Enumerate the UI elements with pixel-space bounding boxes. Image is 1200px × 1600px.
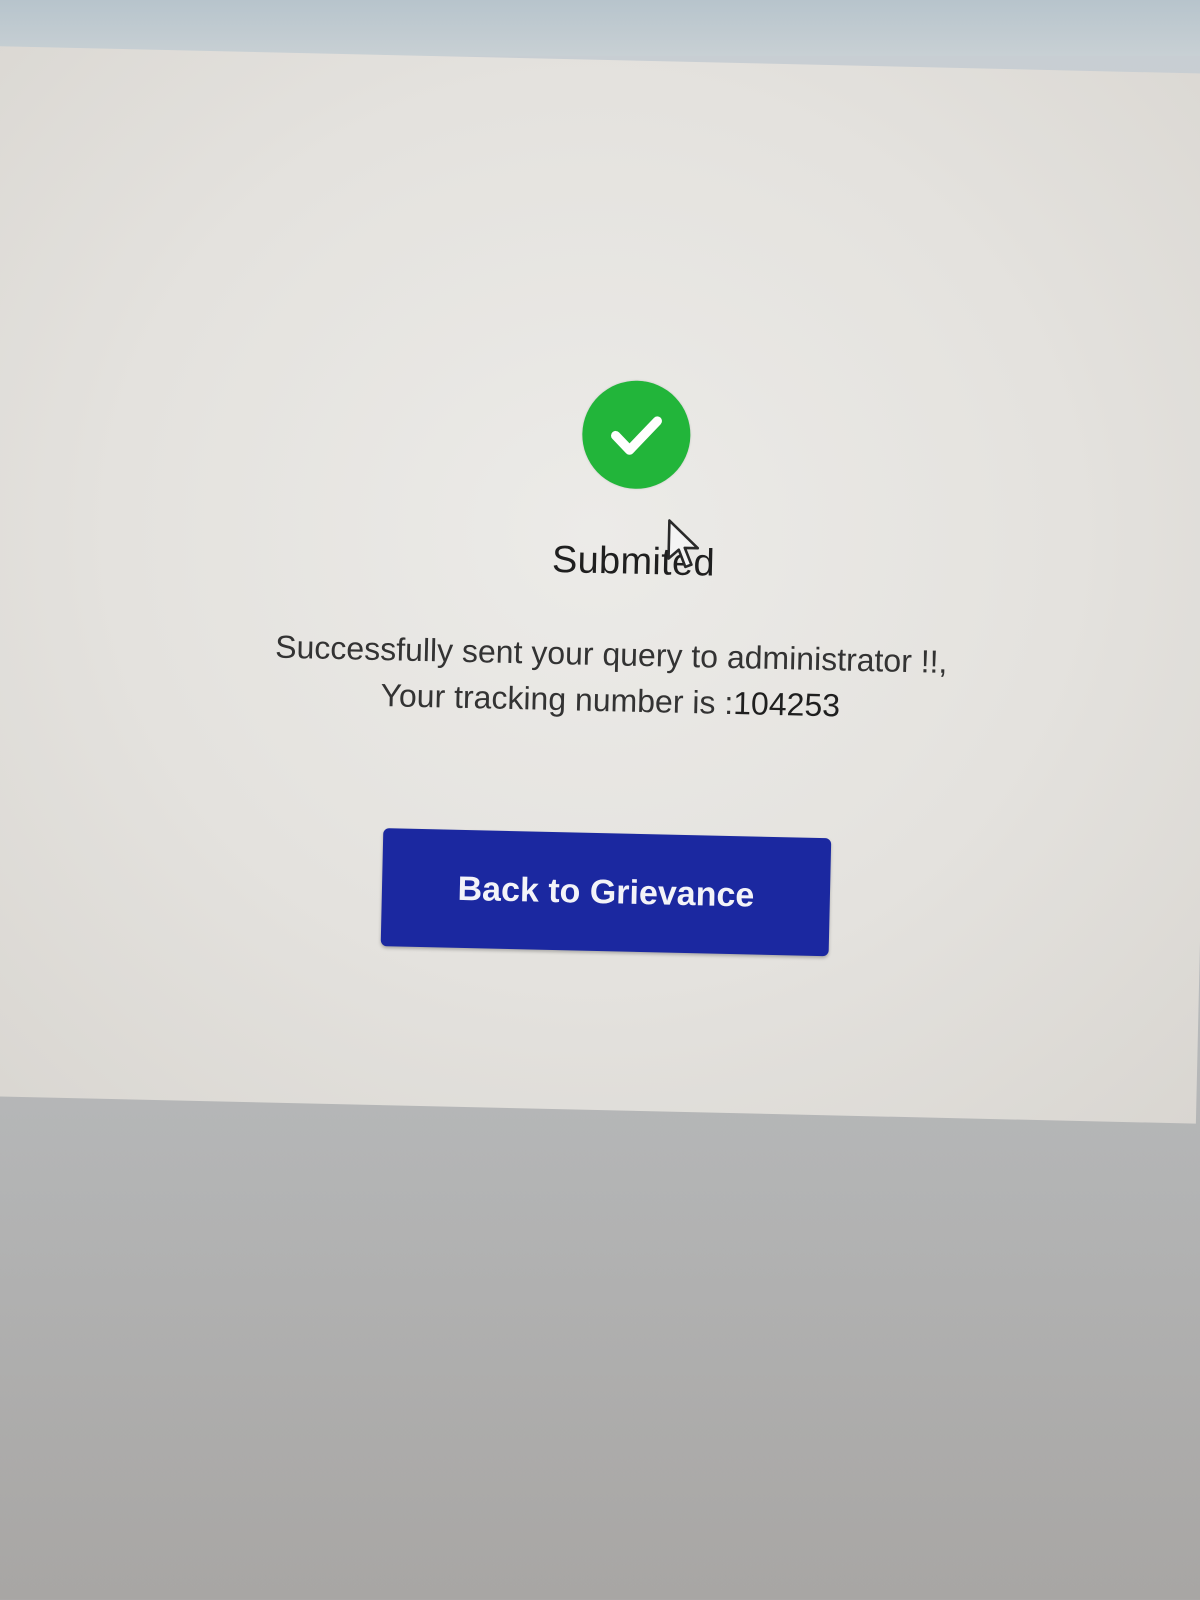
check-circle-icon: [581, 379, 692, 490]
tracking-label: Your tracking number is :: [380, 677, 734, 722]
back-to-grievance-button[interactable]: Back to Grievance: [380, 828, 832, 957]
confirmation-card: Submited Successfully sent your query to…: [0, 46, 1200, 1124]
tracking-number: 104253: [732, 685, 841, 724]
browser-top-strip: [0, 0, 1200, 56]
checkmark-icon: [611, 416, 662, 455]
success-message: Successfully sent your query to administ…: [274, 624, 948, 731]
mouse-cursor-icon: [667, 519, 700, 569]
confirmation-content: Submited Successfully sent your query to…: [0, 366, 1200, 965]
